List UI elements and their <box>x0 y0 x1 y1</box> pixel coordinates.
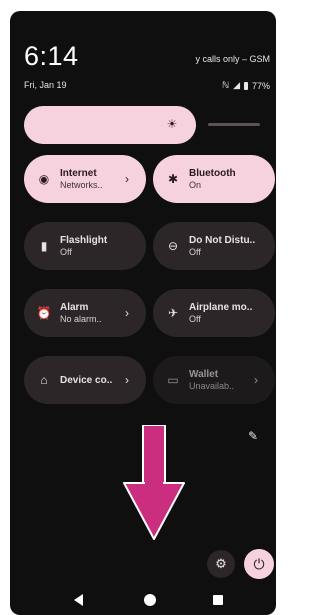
tile-subtitle: Networks.. <box>60 180 103 190</box>
tile-label: Wallet <box>189 369 219 380</box>
tile-label: Internet <box>60 168 97 179</box>
tile-label: Airplane mo.. <box>189 302 253 313</box>
tile-subtitle: Off <box>189 314 201 324</box>
tile-text: Flashlight Off <box>60 235 146 257</box>
tile-label: Do Not Distu.. <box>189 235 256 246</box>
tile-text: Device co.. <box>60 375 120 386</box>
gear-icon: ⚙ <box>215 556 227 571</box>
brightness-track <box>208 123 260 126</box>
brightness-icon: ☀ <box>166 117 178 131</box>
tile-subtitle: On <box>189 180 202 190</box>
recents-icon[interactable] <box>213 595 223 605</box>
tile-label: Bluetooth <box>189 168 236 179</box>
battery-percentage: 77% <box>251 80 270 91</box>
home-icon: ⌂ <box>40 373 48 387</box>
carrier-text: y calls only – GSM <box>195 54 270 64</box>
tile-text: Internet Networks.. <box>60 168 120 190</box>
airplane-icon: ✈ <box>167 306 179 320</box>
do-not-disturb-icon: ⊖ <box>167 239 179 253</box>
tile-text: Airplane mo.. Off <box>189 302 275 324</box>
tile-wallet[interactable]: ▭ Wallet Unavailab.. › <box>153 356 275 404</box>
tile-subtitle: No alarm.. <box>60 314 102 324</box>
brightness-slider[interactable]: ☀ <box>24 106 260 144</box>
tile-text: Bluetooth On <box>189 168 275 190</box>
battery-icon <box>243 81 248 90</box>
chevron-right-icon: › <box>125 373 129 387</box>
chevron-right-icon: › <box>254 373 258 387</box>
tile-internet[interactable]: ◉ Internet Networks.. › <box>24 155 146 203</box>
tile-text: Wallet Unavailab.. <box>189 369 249 391</box>
tile-text: Do Not Distu.. Off <box>189 235 275 257</box>
tile-device-co[interactable]: ⌂ Device co.. › <box>24 356 146 404</box>
edit-icon[interactable]: ✎ <box>248 429 258 443</box>
tile-bluetooth[interactable]: ✱ Bluetooth On <box>153 155 275 203</box>
quick-settings-panel: 6:14 Fri, Jan 19 y calls only – GSM ℕ ◢ … <box>10 11 276 615</box>
tile-label: Device co.. <box>60 374 113 386</box>
nfc-icon: ℕ <box>221 80 230 90</box>
tile-label: Alarm <box>60 302 89 313</box>
home-circle-icon[interactable] <box>144 594 156 606</box>
down-arrow-overlay <box>123 425 185 540</box>
flashlight-icon: ▮ <box>40 239 48 253</box>
back-icon[interactable] <box>74 594 83 606</box>
tile-do-not-distu[interactable]: ⊖ Do Not Distu.. Off <box>153 222 275 270</box>
tile-subtitle: Off <box>189 247 201 257</box>
tile-text: Alarm No alarm.. <box>60 302 120 324</box>
tile-flashlight[interactable]: ▮ Flashlight Off <box>24 222 146 270</box>
wifi-icon: ◉ <box>38 172 50 186</box>
tile-alarm[interactable]: ⏰ Alarm No alarm.. › <box>24 289 146 337</box>
tile-airplane-mo[interactable]: ✈ Airplane mo.. Off <box>153 289 275 337</box>
settings-button[interactable]: ⚙ <box>207 550 235 578</box>
tile-label: Flashlight <box>60 235 108 246</box>
chevron-right-icon: › <box>125 306 129 320</box>
bluetooth-icon: ✱ <box>167 172 179 186</box>
power-button[interactable]: ⏻ <box>244 549 274 579</box>
clock: 6:14 <box>24 41 79 71</box>
chevron-right-icon: › <box>125 172 129 186</box>
power-icon: ⏻ <box>253 556 265 572</box>
wallet-icon: ▭ <box>167 373 179 387</box>
tile-subtitle: Unavailab.. <box>189 381 235 391</box>
brightness-fill[interactable]: ☀ <box>24 106 196 144</box>
tile-subtitle: Off <box>60 247 72 257</box>
signal-icon: ◢ <box>233 80 240 90</box>
date: Fri, Jan 19 <box>24 80 67 90</box>
alarm-icon: ⏰ <box>36 306 52 320</box>
system-icons: ℕ ◢ 77% <box>222 80 270 91</box>
